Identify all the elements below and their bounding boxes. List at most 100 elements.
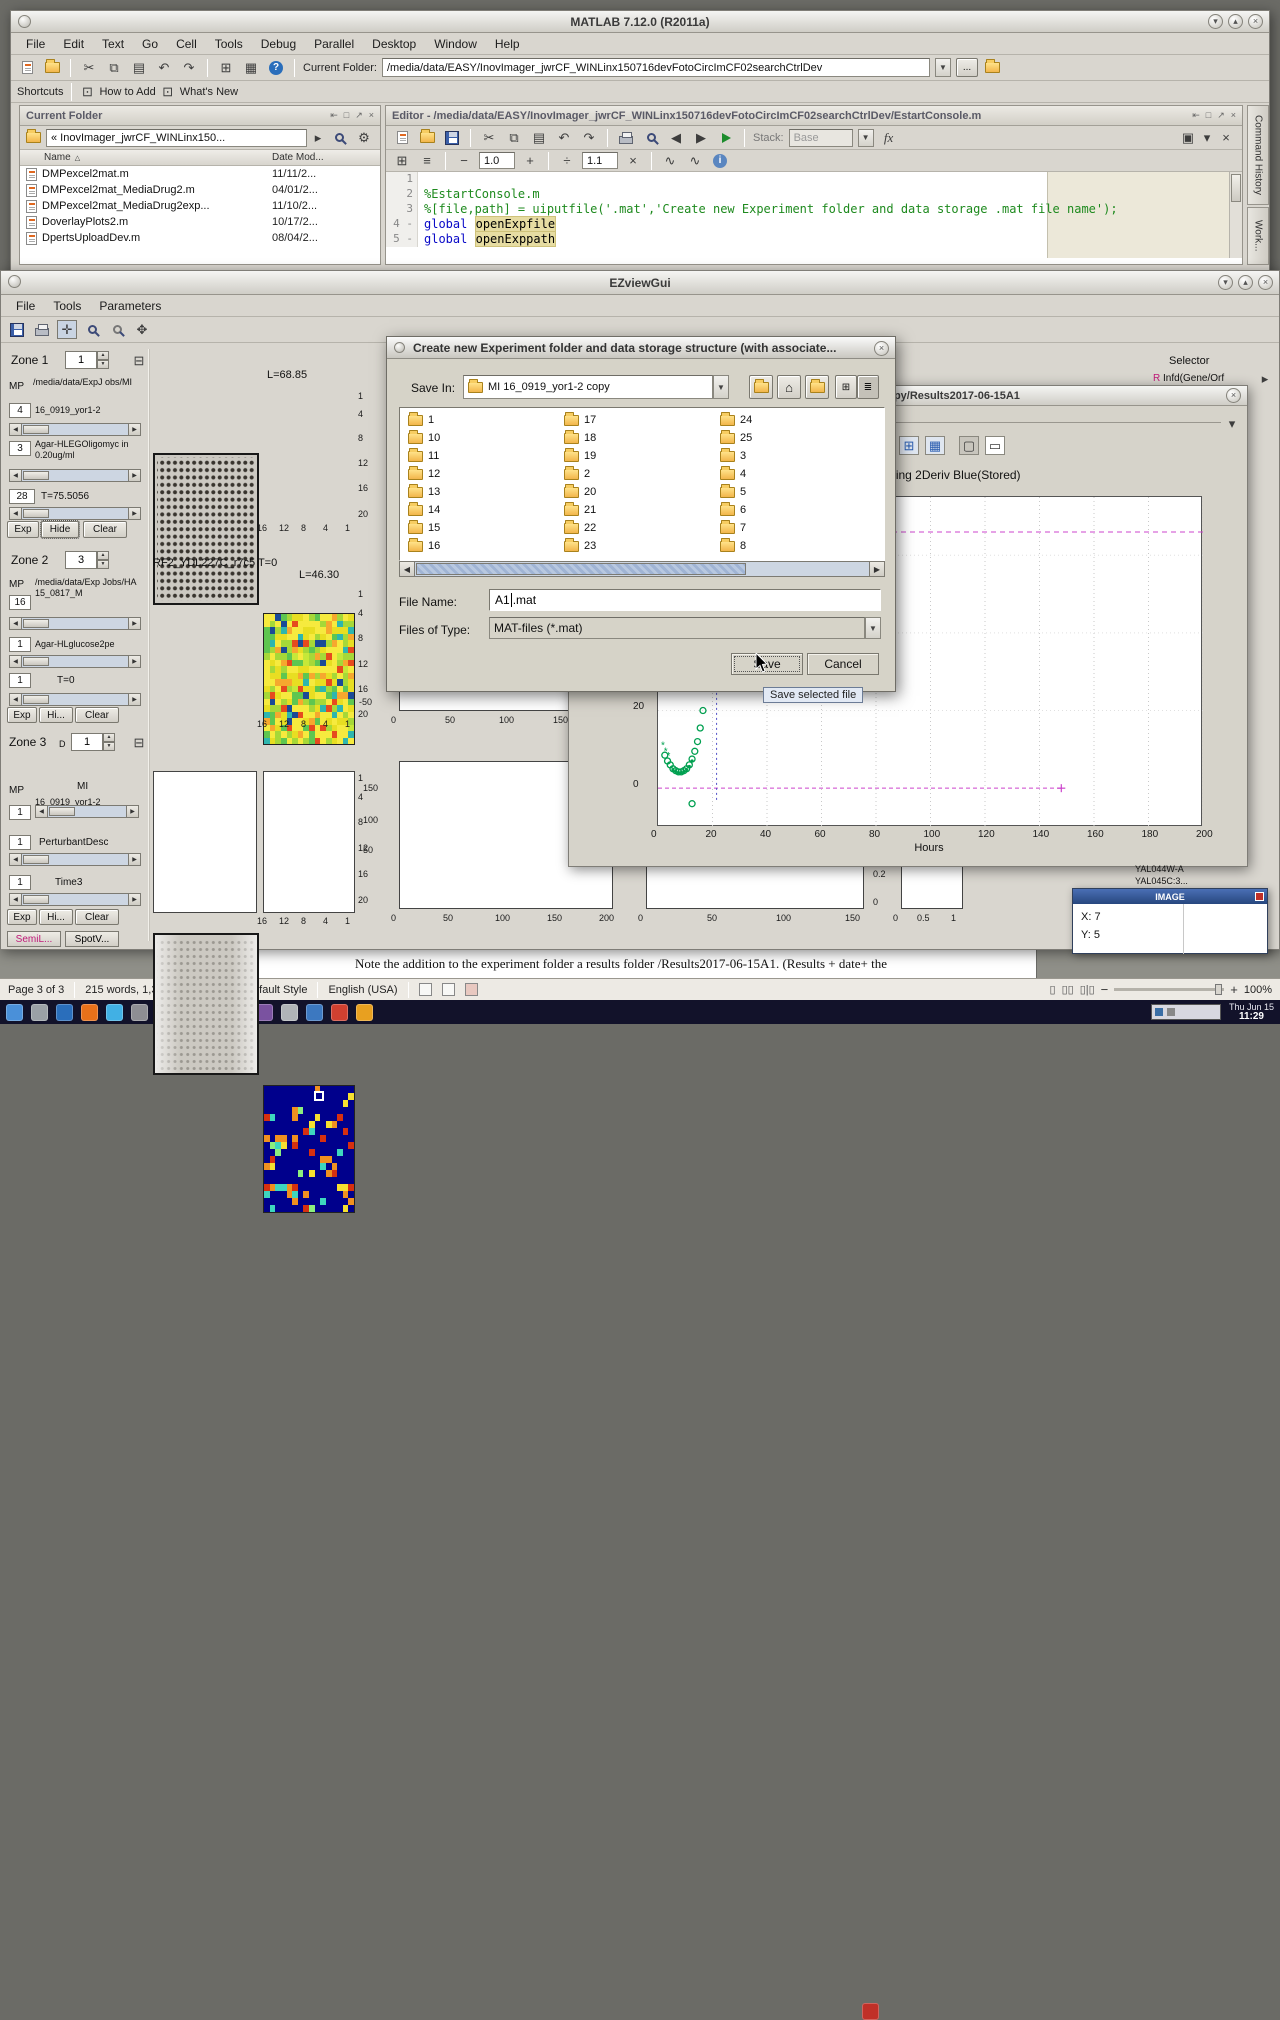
- editor-scrollbar[interactable]: [1229, 172, 1242, 258]
- folder-list[interactable]: 1101112131415161718192202122232425345678: [399, 407, 885, 561]
- paste-icon[interactable]: ▤: [129, 58, 149, 77]
- scroll-left-icon[interactable]: ◀: [399, 561, 415, 577]
- close-icon[interactable]: ×: [1216, 128, 1236, 147]
- new-file-icon[interactable]: [17, 58, 37, 77]
- cell-list-icon[interactable]: ≡: [417, 151, 437, 170]
- line-number[interactable]: 2: [386, 187, 418, 202]
- menu-file[interactable]: File: [17, 34, 54, 54]
- folder-item[interactable]: 19: [564, 450, 596, 462]
- undo-icon[interactable]: ↶: [554, 128, 574, 147]
- pan-icon[interactable]: ✥: [132, 320, 152, 339]
- zone1-hide-button[interactable]: Hide: [41, 521, 79, 538]
- panel-icon[interactable]: ▢: [959, 436, 979, 455]
- zoom-in-icon[interactable]: +: [1230, 982, 1238, 997]
- clock-time[interactable]: 11:29: [1239, 1012, 1264, 1022]
- zoom-out-icon[interactable]: −: [1101, 982, 1109, 997]
- zone-slider[interactable]: ◀▶: [9, 617, 141, 630]
- redo-icon[interactable]: ↷: [179, 58, 199, 77]
- zone-slider[interactable]: ◀▶: [9, 507, 141, 520]
- zone2-spinner[interactable]: 3▲▼: [65, 551, 109, 569]
- copy-icon[interactable]: ⧉: [104, 58, 124, 77]
- close-icon[interactable]: ×: [1248, 14, 1263, 29]
- column-name[interactable]: Name: [20, 152, 71, 163]
- matlab-titlebar[interactable]: MATLAB 7.12.0 (R2011a) ▾▴×: [11, 11, 1269, 33]
- cut-icon[interactable]: ✂: [479, 128, 499, 147]
- scroll-right-icon[interactable]: ▶: [128, 617, 141, 630]
- zone1-field3[interactable]: 28: [9, 489, 35, 504]
- scroll-right-icon[interactable]: ▶: [128, 469, 141, 482]
- zone3-hide-button[interactable]: Hi...: [39, 909, 73, 925]
- file-row[interactable]: DoverlayPlots2.m10/17/2...: [20, 214, 380, 230]
- folder-item[interactable]: 1: [408, 414, 434, 426]
- line-number[interactable]: 1: [386, 172, 418, 187]
- taskbar-app-icon[interactable]: [56, 1004, 73, 1021]
- page-indicator[interactable]: Page 3 of 3: [8, 984, 64, 996]
- folder-item[interactable]: 13: [408, 486, 440, 498]
- increase-icon[interactable]: +: [520, 151, 540, 170]
- menu-text[interactable]: Text: [93, 34, 133, 54]
- browse-button[interactable]: ...: [956, 58, 978, 77]
- zone3-spinner[interactable]: 1▲▼: [71, 733, 115, 751]
- line-number[interactable]: 4 -: [386, 217, 418, 232]
- menu-go[interactable]: Go: [133, 34, 167, 54]
- folder-item[interactable]: 8: [720, 540, 746, 552]
- home-icon[interactable]: ⌂: [777, 375, 801, 399]
- scrollbar-thumb[interactable]: [1231, 174, 1241, 202]
- menu-window[interactable]: Window: [425, 34, 486, 54]
- help-icon[interactable]: ?: [266, 58, 286, 77]
- menu-file[interactable]: File: [7, 296, 44, 316]
- zone-slider[interactable]: ◀▶: [9, 893, 141, 906]
- folder-item[interactable]: 7: [720, 522, 746, 534]
- folder-item[interactable]: 17: [564, 414, 596, 426]
- chevron-down-icon[interactable]: ▼: [935, 58, 951, 77]
- scroll-left-icon[interactable]: ◀: [9, 853, 22, 866]
- folder-item[interactable]: 14: [408, 504, 440, 516]
- folder-item[interactable]: 10: [408, 432, 440, 444]
- zone1-field2[interactable]: 3: [9, 441, 31, 456]
- editor-code-area[interactable]: 1 2%EstartConsole.m 3%[file,path] = uipu…: [386, 172, 1242, 258]
- scroll-left-icon[interactable]: ◀: [9, 893, 22, 906]
- zone3-field1[interactable]: 1: [9, 805, 31, 820]
- chevron-down-icon[interactable]: ▼: [858, 129, 874, 147]
- scroll-left-icon[interactable]: ◀: [9, 655, 22, 668]
- menu-parameters[interactable]: Parameters: [90, 296, 170, 316]
- undock-icon[interactable]: □: [1206, 110, 1211, 121]
- current-folder-input[interactable]: /media/data/EASY/InovImager_jwrCF_WINLin…: [382, 58, 930, 77]
- spin-up-icon[interactable]: ▲: [97, 551, 109, 560]
- popout-icon[interactable]: ↗: [1217, 110, 1225, 121]
- taskbar-app-icon[interactable]: [306, 1004, 323, 1021]
- taskbar-app-icon[interactable]: [356, 1004, 373, 1021]
- scroll-right-icon[interactable]: ▶: [128, 423, 141, 436]
- tray-icon[interactable]: [1167, 1008, 1175, 1016]
- file-row[interactable]: DMPexcel2mat.m11/11/2...: [20, 166, 380, 182]
- layout-icon[interactable]: ▣: [1178, 128, 1198, 147]
- files-of-type-combobox[interactable]: MAT-files (*.mat) ▼: [489, 617, 881, 639]
- close-icon[interactable]: ×: [1226, 388, 1241, 403]
- folder-item[interactable]: 2: [564, 468, 590, 480]
- redo-icon[interactable]: ↷: [579, 128, 599, 147]
- info-icon[interactable]: i: [710, 151, 730, 170]
- scroll-left-icon[interactable]: ◀: [9, 423, 22, 436]
- changes-icon[interactable]: [465, 983, 478, 996]
- copy-icon[interactable]: ⧉: [504, 128, 524, 147]
- chevron-right-icon[interactable]: ▸: [1259, 369, 1271, 388]
- zone1-clear-button[interactable]: Clear: [83, 521, 127, 538]
- chevron-right-icon[interactable]: ▸: [312, 128, 324, 147]
- ezview-titlebar[interactable]: EZviewGui ▾▴×: [1, 271, 1279, 295]
- menu-parallel[interactable]: Parallel: [305, 34, 363, 54]
- how-to-add-link[interactable]: How to Add: [99, 86, 155, 98]
- wave-icon[interactable]: ∿: [660, 151, 680, 170]
- chevron-down-icon[interactable]: ▾: [1202, 128, 1212, 147]
- selector-item[interactable]: Infd(Gene/Orf: [1163, 373, 1224, 384]
- tab-command-history[interactable]: Command History: [1247, 105, 1269, 205]
- horizontal-scrollbar[interactable]: ◀ ▶: [399, 561, 885, 577]
- new-file-icon[interactable]: [392, 128, 412, 147]
- file-name-input[interactable]: A1.mat: [489, 589, 881, 611]
- folder-item[interactable]: 12: [408, 468, 440, 480]
- spin-down-icon[interactable]: ▼: [103, 742, 115, 751]
- zone-slider[interactable]: ◀▶: [9, 853, 141, 866]
- grid-view-icon[interactable]: ⊞: [899, 436, 919, 455]
- save-icon[interactable]: [442, 128, 462, 147]
- folder-item[interactable]: 18: [564, 432, 596, 444]
- menu-help[interactable]: Help: [486, 34, 529, 54]
